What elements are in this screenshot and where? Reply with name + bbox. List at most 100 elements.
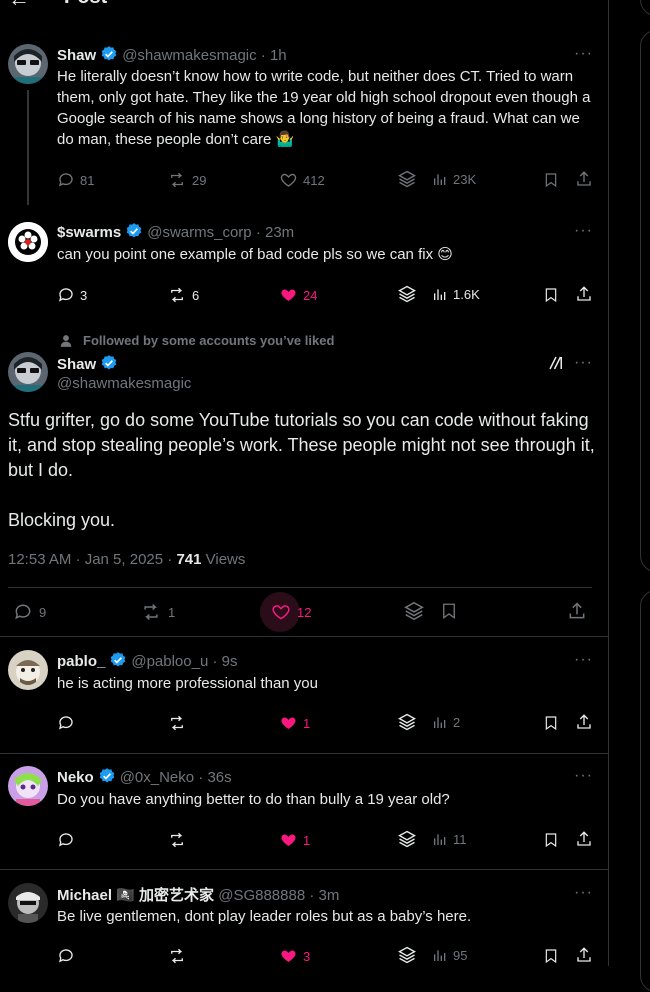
avatar[interactable] [8, 222, 48, 262]
repost-icon [171, 832, 183, 848]
post-time: · 3m [309, 887, 340, 904]
more-options-icon[interactable]: ··· [574, 45, 593, 63]
grok-explain-button[interactable] [547, 354, 565, 372]
like-button[interactable]: 3 [279, 947, 310, 965]
like-button[interactable]: 1 [279, 831, 310, 849]
reply-button[interactable] [57, 714, 75, 732]
reply-button[interactable] [57, 947, 75, 965]
views-button[interactable]: 1.6K [432, 286, 480, 302]
repost-icon [171, 287, 183, 303]
views-button[interactable]: 11 [432, 831, 467, 847]
post-text: He literally doesn’t know how to write c… [57, 68, 591, 148]
share-button[interactable] [575, 830, 593, 848]
bookmark-button[interactable] [440, 601, 458, 621]
divider [8, 587, 592, 588]
repost-button[interactable]: 29 [167, 171, 206, 189]
avatar[interactable] [8, 883, 48, 923]
author-name[interactable]: Neko [57, 769, 94, 786]
reply-icon [15, 604, 31, 620]
grok-button[interactable] [397, 169, 417, 189]
post-header: Shaw [57, 354, 122, 373]
author-handle[interactable]: @shawmakesmagic [57, 375, 191, 392]
timeline-column: ← Post Shaw @shawmakesmagic · 1h ··· He l… [0, 0, 609, 966]
repost-button[interactable]: 1 [139, 602, 175, 622]
reply-button[interactable]: 81 [57, 171, 94, 189]
author-name[interactable]: Shaw [57, 47, 96, 64]
grok-icon [549, 356, 562, 370]
grok-button[interactable] [397, 829, 417, 849]
grok-button[interactable] [403, 600, 425, 622]
repost-icon [171, 715, 183, 731]
views-button[interactable]: 95 [432, 947, 467, 963]
author-name[interactable]: $swarms [57, 224, 121, 241]
author-name[interactable]: pablo_ [57, 653, 105, 670]
grok-button[interactable] [397, 712, 417, 732]
grok-button[interactable] [397, 945, 417, 965]
author-handle[interactable]: @shawmakesmagic [122, 47, 256, 64]
bookmark-button[interactable] [543, 171, 559, 189]
share-button[interactable] [575, 713, 593, 731]
layers-icon [398, 946, 416, 964]
bookmark-button[interactable] [543, 947, 559, 965]
bar-chart-icon [434, 717, 446, 728]
bookmark-button[interactable] [543, 714, 559, 732]
post-header: $swarms @swarms_corp · 23m [57, 222, 294, 241]
reply-button[interactable]: 3 [57, 286, 87, 304]
layers-icon [398, 830, 416, 848]
more-options-icon[interactable]: ··· [574, 884, 593, 902]
author-name[interactable]: Shaw [57, 356, 96, 373]
more-options-icon[interactable]: ··· [574, 222, 593, 240]
share-icon [577, 714, 591, 729]
post-text: Do you have anything better to do than b… [57, 791, 450, 808]
more-options-icon[interactable]: ··· [574, 651, 593, 669]
bar-chart-icon [434, 950, 446, 961]
views-button[interactable]: 23K [432, 171, 476, 187]
reply-icon [58, 173, 73, 187]
more-options-icon[interactable]: ··· [574, 767, 593, 785]
bookmark-icon [545, 833, 557, 848]
author-handle[interactable]: @swarms_corp [147, 224, 251, 241]
avatar[interactable] [8, 44, 48, 84]
verified-badge-icon [101, 46, 117, 61]
more-options-icon[interactable]: ··· [574, 354, 593, 372]
like-button[interactable]: 1 [279, 714, 310, 732]
bookmark-button[interactable] [543, 831, 559, 849]
grok-button[interactable] [397, 284, 417, 304]
divider [0, 636, 608, 637]
like-button[interactable]: 412 [279, 171, 325, 189]
author-handle[interactable]: @SG888888 [218, 887, 305, 904]
repost-button[interactable]: 6 [167, 286, 199, 304]
sidebar-panel [640, 590, 650, 992]
verified-badge-icon [111, 652, 126, 667]
social-context: Followed by some accounts you’ve liked [57, 333, 334, 348]
share-button[interactable] [567, 601, 587, 621]
back-arrow-icon[interactable]: ← [8, 0, 30, 12]
bookmark-button[interactable] [543, 286, 559, 304]
author-handle[interactable]: @0x_Neko [120, 769, 194, 786]
share-icon [577, 286, 591, 301]
post-timestamp: 12:53 AM · Jan 5, 2025 · 741 Views [8, 551, 246, 568]
author-handle[interactable]: @pabloo_u [131, 653, 208, 670]
repost-icon [144, 603, 158, 621]
share-button[interactable] [575, 946, 593, 964]
reply-button[interactable] [57, 831, 75, 849]
share-button[interactable] [575, 170, 593, 188]
page-title: Post [64, 0, 107, 9]
author-name[interactable]: Michael 🏴‍☠️ 加密艺术家 [57, 887, 214, 904]
reply-icon [58, 949, 73, 963]
search-box-edge[interactable] [640, 0, 650, 16]
share-button[interactable] [575, 285, 593, 303]
repost-button[interactable] [167, 831, 187, 849]
like-button[interactable]: 24 [279, 286, 317, 304]
reply-icon [58, 288, 73, 302]
like-button[interactable]: 12 [270, 602, 311, 622]
repost-button[interactable] [167, 714, 187, 732]
reply-icon [58, 716, 73, 730]
views-button[interactable]: 2 [432, 714, 460, 730]
avatar[interactable] [8, 650, 48, 690]
avatar[interactable] [8, 766, 48, 806]
avatar[interactable] [8, 352, 48, 392]
reply-button[interactable]: 9 [12, 602, 46, 622]
thread-line [27, 90, 29, 205]
repost-button[interactable] [167, 947, 187, 965]
